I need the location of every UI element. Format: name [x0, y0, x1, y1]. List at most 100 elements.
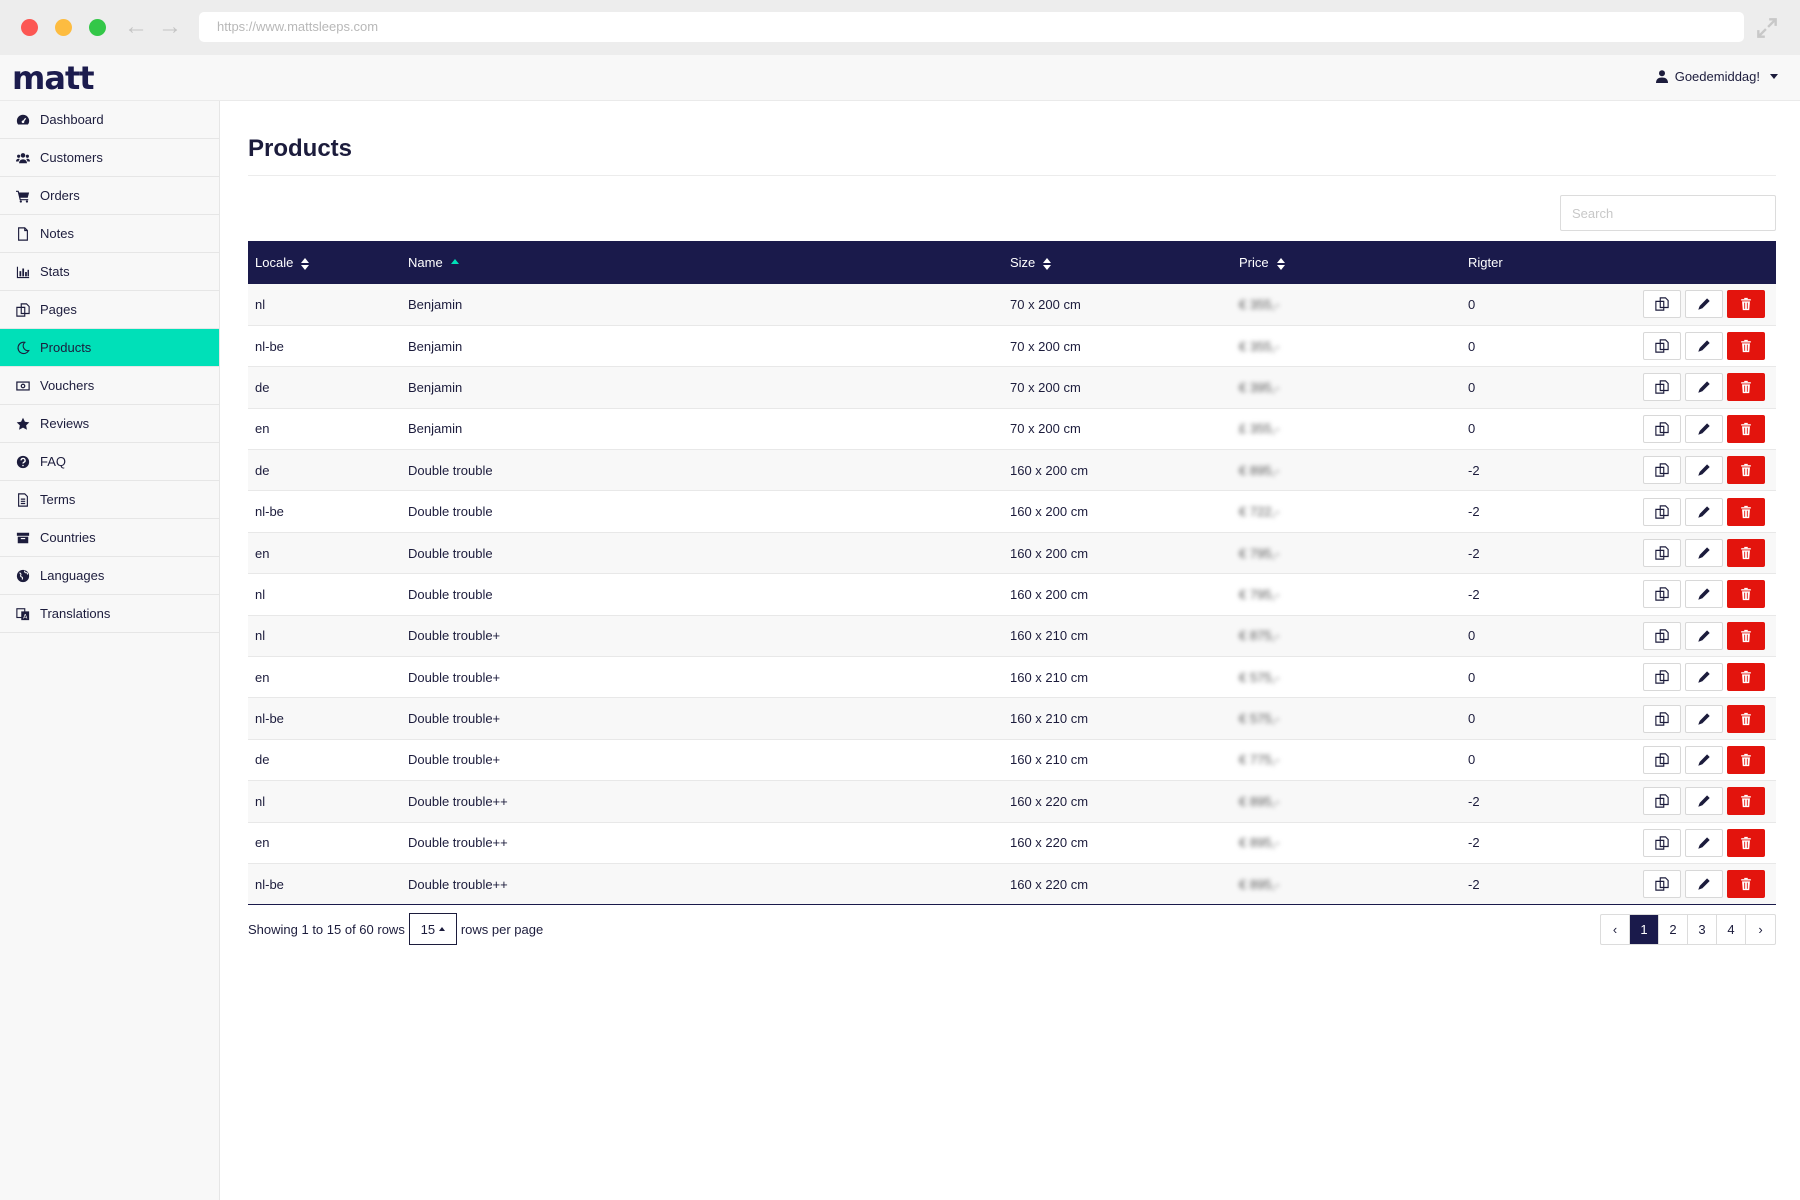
edit-button[interactable]: [1685, 663, 1723, 692]
table-footer: Showing 1 to 15 of 60 rows 15 rows per p…: [248, 913, 1776, 946]
column-header-name[interactable]: Name: [401, 241, 1003, 284]
search-input[interactable]: [1560, 195, 1776, 231]
duplicate-button[interactable]: [1643, 787, 1681, 816]
edit-button[interactable]: [1685, 414, 1723, 443]
delete-button[interactable]: [1727, 787, 1765, 816]
sidebar-item-countries[interactable]: Countries: [0, 519, 219, 557]
duplicate-button[interactable]: [1643, 373, 1681, 402]
maximize-window-button[interactable]: [89, 19, 106, 36]
page-button-4[interactable]: 4: [1717, 914, 1746, 944]
duplicate-button[interactable]: [1643, 621, 1681, 650]
sidebar-item-customers[interactable]: Customers: [0, 139, 219, 177]
page-button-3[interactable]: 3: [1688, 914, 1717, 944]
user-icon: [1655, 70, 1668, 83]
duplicate-button[interactable]: [1643, 414, 1681, 443]
pencil-icon: [1698, 837, 1710, 849]
url-bar[interactable]: https://www.mattsleeps.com: [199, 12, 1744, 42]
edit-button[interactable]: [1685, 621, 1723, 650]
row-actions: [1611, 450, 1776, 491]
cell-name: Double trouble+: [408, 669, 501, 685]
edit-button[interactable]: [1685, 373, 1723, 402]
cart-icon: [15, 188, 31, 204]
edit-button[interactable]: [1685, 870, 1723, 899]
cell-price: € 355,-: [1239, 338, 1280, 354]
edit-button[interactable]: [1685, 787, 1723, 816]
delete-button[interactable]: [1727, 290, 1765, 319]
duplicate-button[interactable]: [1643, 497, 1681, 526]
back-arrow-icon[interactable]: ←: [124, 12, 148, 42]
column-header-locale[interactable]: Locale: [248, 241, 401, 284]
duplicate-button[interactable]: [1643, 704, 1681, 733]
delete-button[interactable]: [1727, 704, 1765, 733]
column-header-price[interactable]: Price: [1232, 241, 1461, 284]
table-row: nl-be Double trouble 160 x 200 cm € 722,- -2: [248, 491, 1776, 533]
money-icon: [15, 378, 31, 394]
delete-button[interactable]: [1727, 621, 1765, 650]
duplicate-button[interactable]: [1643, 456, 1681, 485]
delete-button[interactable]: [1727, 539, 1765, 568]
sidebar-item-orders[interactable]: Orders: [0, 177, 219, 215]
forward-arrow-icon[interactable]: →: [158, 12, 182, 42]
main-content: Products Locale Name Size Price Rigter n…: [248, 101, 1776, 946]
cell-price: € 895,-: [1239, 462, 1280, 478]
column-header-size[interactable]: Size: [1003, 241, 1232, 284]
prev-page-button[interactable]: ‹: [1601, 914, 1630, 944]
sidebar-item-terms[interactable]: Terms: [0, 481, 219, 519]
edit-button[interactable]: [1685, 290, 1723, 319]
sidebar-item-notes[interactable]: Notes: [0, 215, 219, 253]
app-logo[interactable]: matt: [12, 59, 95, 97]
cell-price: € 775,-: [1239, 752, 1280, 768]
delete-button[interactable]: [1727, 745, 1765, 774]
cell-name: Benjamin: [408, 338, 463, 354]
delete-button[interactable]: [1727, 456, 1765, 485]
delete-button[interactable]: [1727, 580, 1765, 609]
expand-icon[interactable]: [1754, 15, 1780, 41]
duplicate-button[interactable]: [1643, 332, 1681, 361]
duplicate-button[interactable]: [1643, 290, 1681, 319]
row-actions: [1611, 863, 1776, 904]
sidebar-item-products[interactable]: Products: [0, 329, 219, 367]
delete-button[interactable]: [1727, 414, 1765, 443]
user-menu[interactable]: Goedemiddag!: [1655, 69, 1778, 84]
edit-button[interactable]: [1685, 828, 1723, 857]
sidebar-item-vouchers[interactable]: Vouchers: [0, 367, 219, 405]
sidebar-item-stats[interactable]: Stats: [0, 253, 219, 291]
edit-button[interactable]: [1685, 456, 1723, 485]
edit-button[interactable]: [1685, 497, 1723, 526]
sidebar-item-translations[interactable]: A Translations: [0, 595, 219, 633]
delete-button[interactable]: [1727, 828, 1765, 857]
sidebar-item-reviews[interactable]: Reviews: [0, 405, 219, 443]
cell-rigter: -2: [1468, 504, 1480, 520]
edit-button[interactable]: [1685, 704, 1723, 733]
edit-button[interactable]: [1685, 539, 1723, 568]
page-button-1[interactable]: 1: [1630, 914, 1659, 944]
delete-button[interactable]: [1727, 373, 1765, 402]
page-button-2[interactable]: 2: [1659, 914, 1688, 944]
delete-button[interactable]: [1727, 663, 1765, 692]
trash-icon: [1741, 629, 1751, 642]
trash-icon: [1741, 422, 1751, 435]
delete-button[interactable]: [1727, 870, 1765, 899]
duplicate-button[interactable]: [1643, 539, 1681, 568]
minimize-window-button[interactable]: [55, 19, 72, 36]
sidebar-item-faq[interactable]: FAQ: [0, 443, 219, 481]
duplicate-button[interactable]: [1643, 580, 1681, 609]
delete-button[interactable]: [1727, 497, 1765, 526]
duplicate-button[interactable]: [1643, 745, 1681, 774]
sidebar-item-dashboard[interactable]: Dashboard: [0, 101, 219, 139]
next-page-button[interactable]: ›: [1746, 915, 1775, 944]
duplicate-button[interactable]: [1643, 870, 1681, 899]
cell-rigter: -2: [1468, 462, 1480, 478]
sidebar-item-pages[interactable]: Pages: [0, 291, 219, 329]
edit-button[interactable]: [1685, 332, 1723, 361]
rows-per-page-select[interactable]: 15: [408, 913, 457, 946]
edit-button[interactable]: [1685, 580, 1723, 609]
cell-size: 160 x 210 cm: [1010, 752, 1089, 768]
close-window-button[interactable]: [21, 19, 38, 36]
duplicate-button[interactable]: [1643, 663, 1681, 692]
delete-button[interactable]: [1727, 332, 1765, 361]
sidebar-item-languages[interactable]: Languages: [0, 557, 219, 595]
duplicate-button[interactable]: [1643, 828, 1681, 857]
copy-icon: [1655, 546, 1669, 560]
edit-button[interactable]: [1685, 745, 1723, 774]
